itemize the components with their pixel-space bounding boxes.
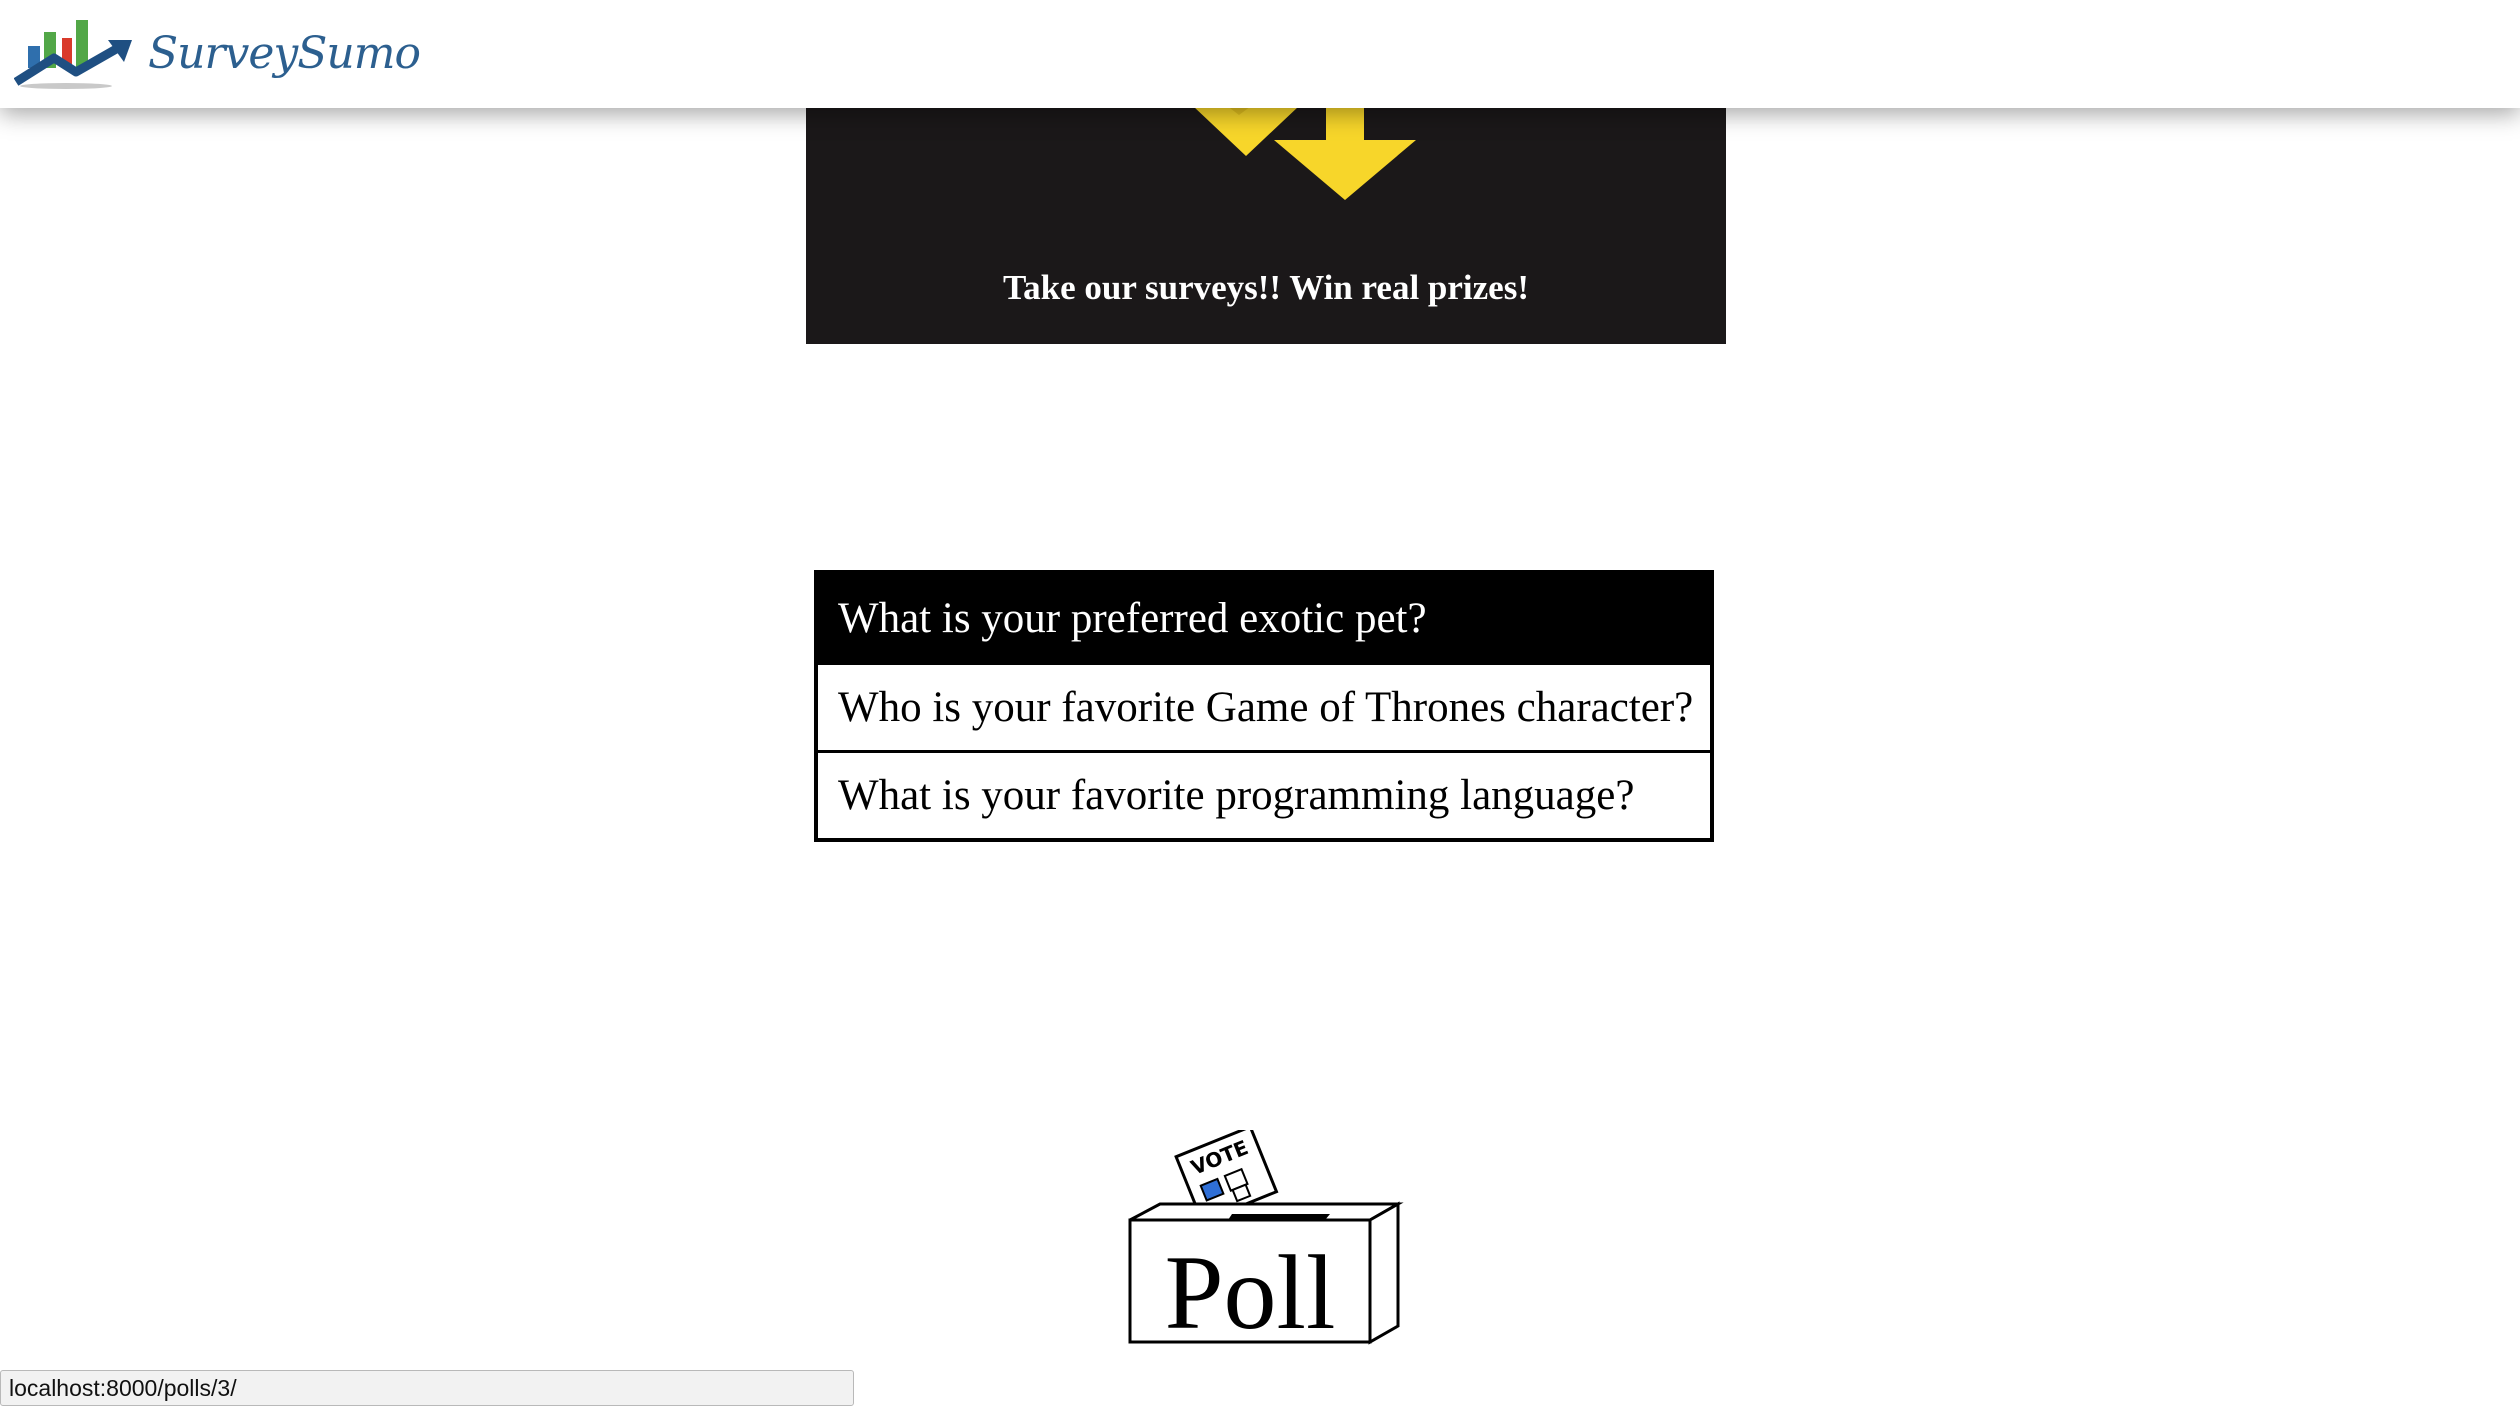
poll-box-label: Poll bbox=[1165, 1234, 1336, 1350]
brand-name: SurveySumo bbox=[148, 27, 421, 79]
ballot-box-icon: VOTE Poll bbox=[1128, 1130, 1404, 1350]
navbar: SurveySumo bbox=[0, 0, 2520, 108]
status-bar-url: localhost:8000/polls/3/ bbox=[0, 1370, 854, 1406]
poll-link-game-of-thrones[interactable]: Who is your favorite Game of Thrones cha… bbox=[818, 662, 1710, 750]
bar-chart-trend-logo-icon bbox=[14, 20, 132, 89]
poll-list: What is your preferred exotic pet? Who i… bbox=[814, 570, 1714, 842]
poll-link-programming-language[interactable]: What is your favorite programming langua… bbox=[818, 750, 1710, 838]
brand-link[interactable]: SurveySumo bbox=[14, 16, 421, 90]
banner-tagline: Take our surveys!! Win real prizes! bbox=[1003, 268, 1529, 307]
poll-link-exotic-pet[interactable]: What is your preferred exotic pet? bbox=[818, 574, 1710, 662]
